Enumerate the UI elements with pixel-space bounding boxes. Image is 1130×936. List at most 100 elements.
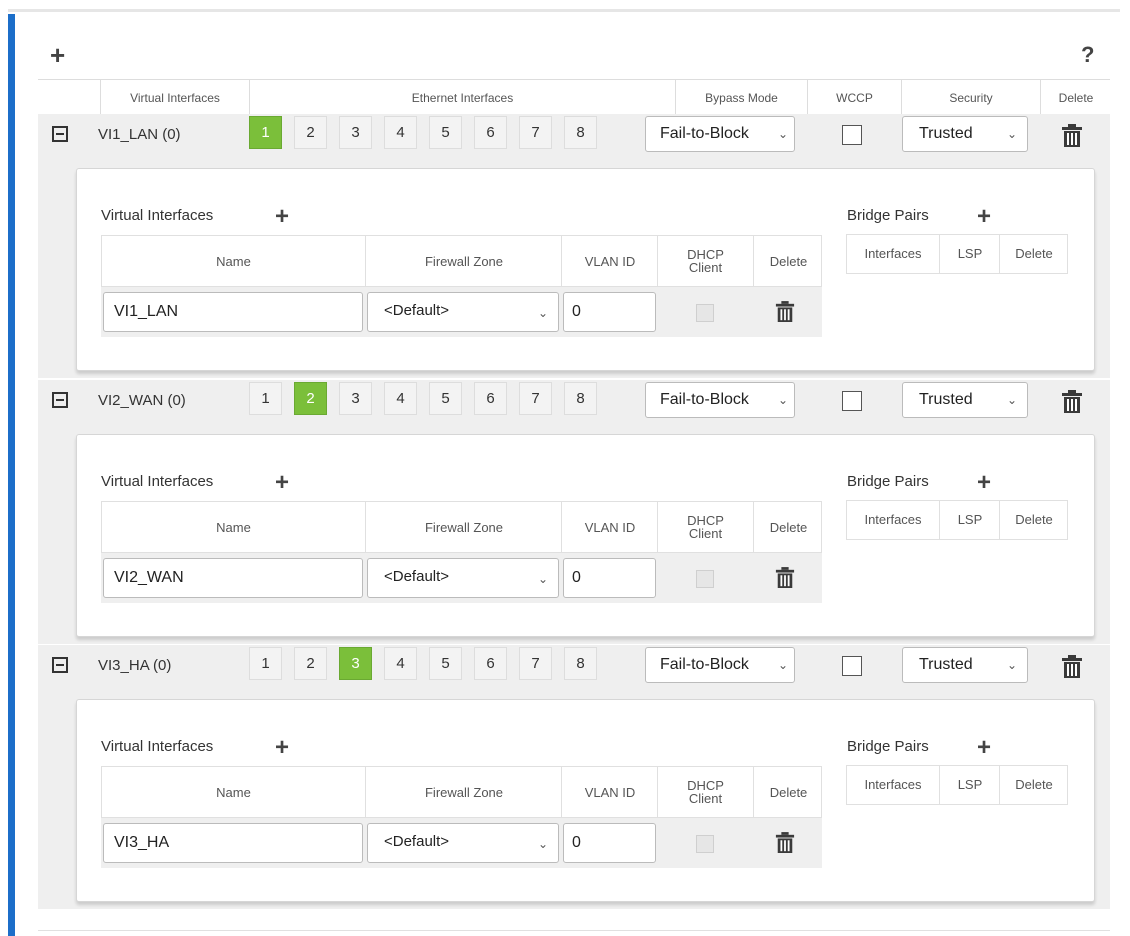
bridge-pairs-title: Bridge Pairs	[847, 738, 929, 755]
top-divider	[8, 9, 1120, 12]
vlan-id-input[interactable]: 0	[563, 292, 656, 332]
add-virtual-interface-button[interactable]: +	[275, 736, 289, 760]
ethernet-port-7[interactable]: 7	[519, 382, 552, 415]
vi-name-input[interactable]: VI2_WAN	[103, 558, 363, 598]
add-bridge-pair-button[interactable]: +	[977, 736, 991, 760]
ethernet-port-5[interactable]: 5	[429, 647, 462, 680]
virtual-interfaces-title: Virtual Interfaces	[101, 738, 214, 755]
chevron-down-icon: ⌄	[1007, 127, 1018, 141]
wccp-checkbox[interactable]	[842, 656, 862, 676]
ethernet-port-1[interactable]: 1	[249, 116, 282, 149]
chevron-down-icon: ⌄	[538, 306, 549, 320]
virtual-interface-detail-panel: Virtual Interfaces + Bridge Pairs + Name…	[76, 699, 1095, 902]
ethernet-port-1[interactable]: 1	[249, 382, 282, 415]
col-delete: Delete	[999, 235, 1068, 273]
virtual-interface-group: VI2_WAN (0) 12345678 Fail-to-Block ⌄ Tru…	[38, 380, 1110, 644]
col-lsp: LSP	[939, 235, 1000, 273]
ethernet-port-7[interactable]: 7	[519, 116, 552, 149]
ethernet-port-6[interactable]: 6	[474, 647, 507, 680]
ethernet-port-2[interactable]: 2	[294, 647, 327, 680]
bypass-mode-select[interactable]: Fail-to-Block ⌄	[645, 382, 795, 418]
ethernet-port-4[interactable]: 4	[384, 647, 417, 680]
firewall-zone-select[interactable]: <Default> ⌄	[367, 292, 559, 332]
col-dhcp-client: DHCP Client	[657, 767, 753, 817]
ethernet-port-3[interactable]: 3	[339, 382, 372, 415]
delete-group-icon[interactable]	[1061, 655, 1083, 679]
firewall-zone-select[interactable]: <Default> ⌄	[367, 823, 559, 863]
bypass-mode-select[interactable]: Fail-to-Block ⌄	[645, 116, 795, 152]
security-value: Trusted	[919, 125, 973, 142]
col-delete: Delete	[999, 501, 1068, 539]
delete-group-icon[interactable]	[1061, 390, 1083, 414]
virtual-interface-detail-panel: Virtual Interfaces + Bridge Pairs + Name…	[76, 434, 1095, 637]
col-name: Name	[216, 519, 251, 535]
add-virtual-interface-button[interactable]: +	[275, 205, 289, 229]
wccp-checkbox[interactable]	[842, 391, 862, 411]
security-select[interactable]: Trusted ⌄	[902, 382, 1028, 418]
dhcp-client-checkbox[interactable]	[696, 570, 714, 588]
col-lsp: LSP	[939, 501, 1000, 539]
ethernet-port-6[interactable]: 6	[474, 116, 507, 149]
chevron-down-icon: ⌄	[1007, 658, 1018, 672]
ethernet-port-6[interactable]: 6	[474, 382, 507, 415]
delete-vi-icon[interactable]	[775, 301, 795, 323]
ethernet-port-8[interactable]: 8	[564, 647, 597, 680]
ethernet-port-8[interactable]: 8	[564, 382, 597, 415]
bridge-pairs-table-header: Interfaces LSP Delete	[846, 500, 1068, 540]
firewall-zone-select[interactable]: <Default> ⌄	[367, 558, 559, 598]
dhcp-client-checkbox[interactable]	[696, 835, 714, 853]
collapse-icon[interactable]	[52, 126, 68, 142]
add-virtual-interface-group-button[interactable]: +	[50, 42, 65, 68]
col-vlan-id: VLAN ID	[561, 502, 658, 552]
ethernet-port-3[interactable]: 3	[339, 647, 372, 680]
col-bypass-mode: Bypass Mode	[675, 80, 807, 116]
security-select[interactable]: Trusted ⌄	[902, 647, 1028, 683]
bypass-mode-select[interactable]: Fail-to-Block ⌄	[645, 647, 795, 683]
table-row: VI1_LAN <Default> ⌄ 0	[101, 287, 822, 337]
table-row: VI2_WAN <Default> ⌄ 0	[101, 553, 822, 603]
ethernet-port-5[interactable]: 5	[429, 382, 462, 415]
firewall-zone-value: <Default>	[384, 568, 450, 585]
collapse-icon[interactable]	[52, 392, 68, 408]
security-select[interactable]: Trusted ⌄	[902, 116, 1028, 152]
ethernet-port-3[interactable]: 3	[339, 116, 372, 149]
chevron-down-icon: ⌄	[1007, 393, 1018, 407]
vlan-id-input[interactable]: 0	[563, 558, 656, 598]
ethernet-port-8[interactable]: 8	[564, 116, 597, 149]
security-value: Trusted	[919, 391, 973, 408]
col-delete: Delete	[1040, 80, 1111, 116]
col-interfaces: Interfaces	[864, 777, 922, 792]
delete-group-icon[interactable]	[1061, 124, 1083, 148]
col-delete: Delete	[753, 767, 823, 817]
ethernet-port-7[interactable]: 7	[519, 647, 552, 680]
collapse-icon[interactable]	[52, 657, 68, 673]
help-button[interactable]: ?	[1081, 42, 1094, 68]
ethernet-port-5[interactable]: 5	[429, 116, 462, 149]
col-dhcp-client: DHCP Client	[657, 236, 753, 286]
virtual-interface-row: VI2_WAN (0) 12345678 Fail-to-Block ⌄ Tru…	[38, 380, 1110, 430]
col-name: Name	[216, 784, 251, 800]
add-bridge-pair-button[interactable]: +	[977, 471, 991, 495]
wccp-checkbox[interactable]	[842, 125, 862, 145]
vi-name-input[interactable]: VI3_HA	[103, 823, 363, 863]
dhcp-client-checkbox[interactable]	[696, 304, 714, 322]
firewall-zone-value: <Default>	[384, 302, 450, 319]
ethernet-port-2[interactable]: 2	[294, 116, 327, 149]
col-firewall-zone: Firewall Zone	[365, 767, 562, 817]
chevron-down-icon: ⌄	[778, 658, 789, 672]
table-header: Virtual Interfaces Ethernet Interfaces B…	[38, 79, 1110, 117]
add-bridge-pair-button[interactable]: +	[977, 205, 991, 229]
delete-vi-icon[interactable]	[775, 832, 795, 854]
virtual-interface-detail-panel: Virtual Interfaces + Bridge Pairs + Name…	[76, 168, 1095, 371]
ethernet-port-4[interactable]: 4	[384, 116, 417, 149]
ethernet-port-4[interactable]: 4	[384, 382, 417, 415]
vi-name-input[interactable]: VI1_LAN	[103, 292, 363, 332]
ethernet-port-1[interactable]: 1	[249, 647, 282, 680]
col-delete: Delete	[999, 766, 1068, 804]
vlan-id-input[interactable]: 0	[563, 823, 656, 863]
add-virtual-interface-button[interactable]: +	[275, 471, 289, 495]
ethernet-port-2[interactable]: 2	[294, 382, 327, 415]
table-row: VI3_HA <Default> ⌄ 0	[101, 818, 822, 868]
delete-vi-icon[interactable]	[775, 567, 795, 589]
virtual-interface-name: VI3_HA (0)	[98, 657, 172, 674]
